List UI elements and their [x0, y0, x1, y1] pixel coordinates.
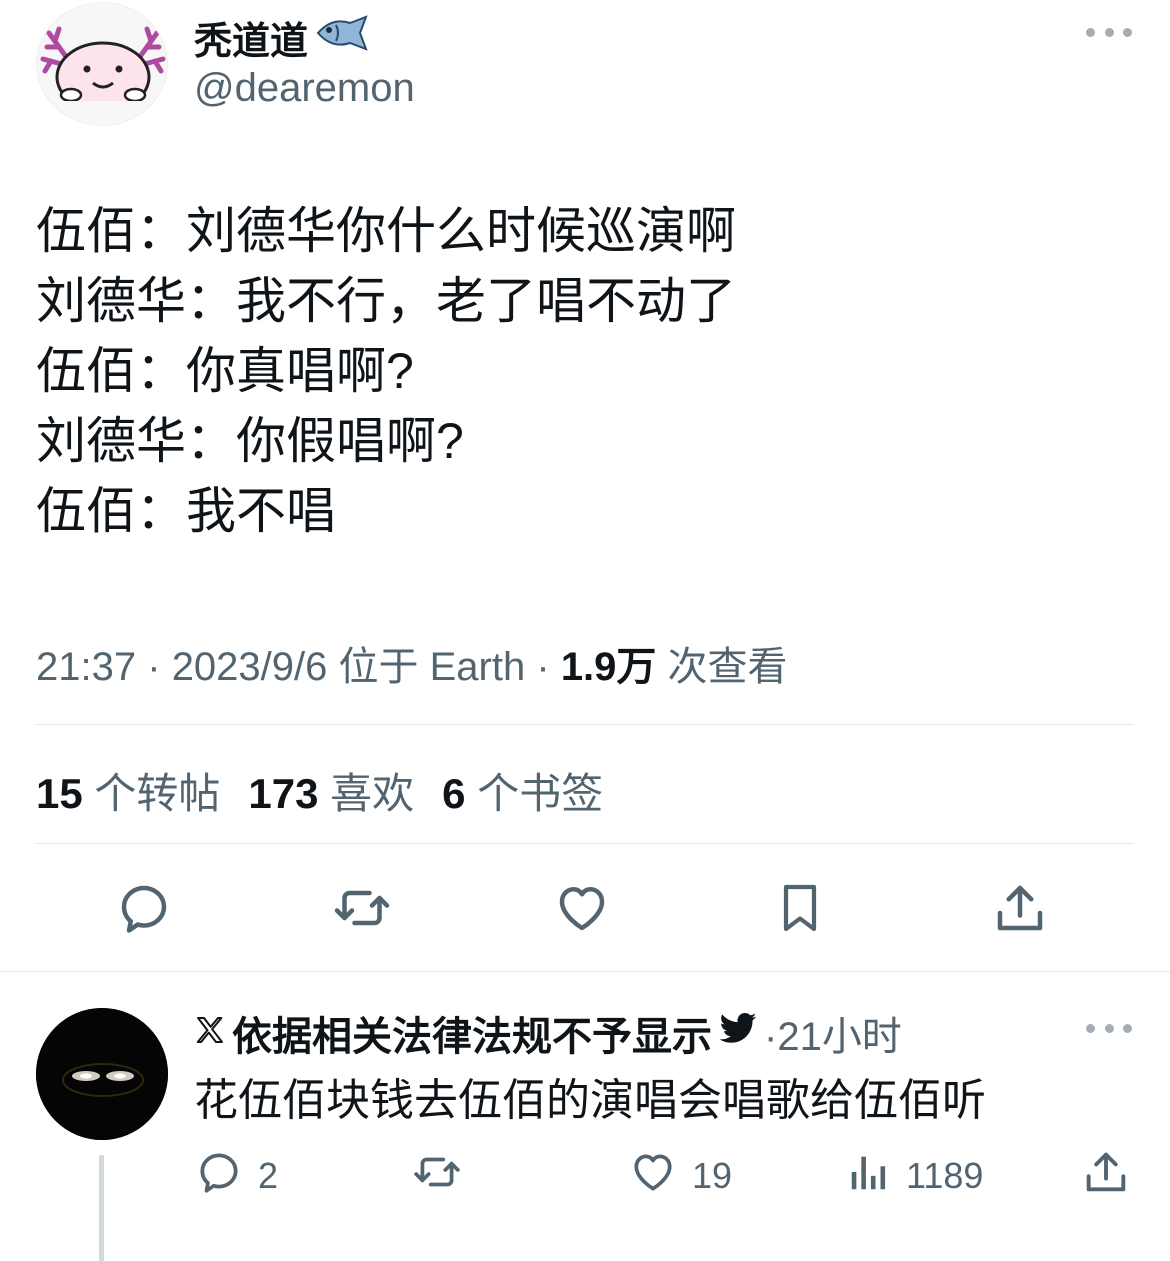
reply-comment-action[interactable]: 2: [194, 1148, 278, 1204]
x-logo-icon: [194, 1011, 226, 1056]
bookmark-icon[interactable]: [768, 876, 832, 940]
retweets-count: 15: [36, 770, 83, 817]
author-name[interactable]: 秃道道: [194, 10, 308, 65]
views-label: 次查看: [667, 645, 788, 689]
tweet-meta: 21:37 · 2023/9/6 位于 Earth · 1.9万 次查看: [36, 634, 788, 692]
reply-time[interactable]: ·21小时: [764, 1004, 902, 1062]
share-icon[interactable]: [988, 876, 1052, 940]
retweet-icon: [410, 1147, 464, 1206]
author-handle[interactable]: @dearemon: [194, 66, 415, 111]
reply-icon[interactable]: [112, 876, 176, 940]
bird-icon: [718, 1011, 758, 1056]
likes-stat[interactable]: 173 喜欢: [248, 760, 414, 821]
likes-label: 喜欢: [330, 770, 415, 817]
heart-icon[interactable]: [550, 876, 614, 940]
retweet-icon[interactable]: [330, 876, 394, 940]
bookmarks-label: 个书签: [477, 770, 604, 817]
author-name-row[interactable]: 秃道道: [194, 10, 370, 65]
reply-author-name[interactable]: 依据相关法律法规不予显示: [232, 1004, 712, 1062]
bookmarks-stat[interactable]: 6 个书签: [442, 760, 603, 821]
reply-comment-count: 2: [258, 1155, 279, 1196]
tweet-text: 伍佰：刘德华你什么时候巡演啊 刘德华：我不行，老了唱不动了 伍佰：你真唱啊? 刘…: [36, 196, 736, 546]
tweet-line: 刘德华：你假唱啊?: [36, 413, 464, 469]
reply-text: 花伍佰块钱去伍佰的演唱会唱歌给伍佰听: [194, 1076, 986, 1125]
analytics-icon: [846, 1147, 892, 1206]
tweet-line: 刘德华：我不行，老了唱不动了: [36, 273, 736, 329]
more-options-icon[interactable]: [1086, 22, 1132, 42]
reply-avatar[interactable]: [36, 1008, 168, 1140]
tweet-line: 伍佰：刘德华你什么时候巡演啊: [36, 203, 736, 259]
tweet-location: 位于 Earth: [338, 645, 526, 689]
tweet-date[interactable]: 2023/9/6: [172, 645, 328, 689]
reply-views-count: 1189: [906, 1155, 984, 1196]
reply-like-action[interactable]: 19: [628, 1148, 732, 1204]
retweets-label: 个转帖: [94, 770, 221, 817]
tweet-time[interactable]: 21:37: [36, 645, 136, 689]
reply-share-action[interactable]: [1080, 1148, 1132, 1204]
reply-more-options-icon[interactable]: [1086, 1018, 1132, 1038]
divider: [0, 971, 1170, 972]
meta-separator: ·: [147, 645, 161, 689]
tweet-stats: 15 个转帖 173 喜欢 6 个书签: [36, 760, 603, 821]
views-count: 1.9万: [560, 645, 657, 689]
fish-emoji-icon: [314, 13, 370, 63]
tweet-line: 伍佰：你真唱啊?: [36, 343, 414, 399]
comment-icon: [194, 1147, 244, 1206]
likes-count: 173: [248, 770, 319, 817]
divider: [36, 724, 1134, 725]
bookmarks-count: 6: [442, 770, 466, 817]
thread-line: [99, 1155, 104, 1261]
heart-icon: [628, 1147, 678, 1206]
author-avatar[interactable]: [36, 2, 168, 126]
reply-views-action[interactable]: 1189: [846, 1148, 983, 1204]
tweet-line: 伍佰：我不唱: [36, 483, 336, 539]
share-icon: [1080, 1146, 1132, 1207]
divider: [36, 843, 1134, 844]
meta-separator: ·: [536, 645, 550, 689]
retweets-stat[interactable]: 15 个转帖: [36, 760, 220, 821]
reply-like-count: 19: [692, 1155, 733, 1196]
reply-header: 依据相关法律法规不予显示 ·21小时: [194, 1004, 902, 1062]
reply-retweet-action[interactable]: [410, 1148, 464, 1204]
